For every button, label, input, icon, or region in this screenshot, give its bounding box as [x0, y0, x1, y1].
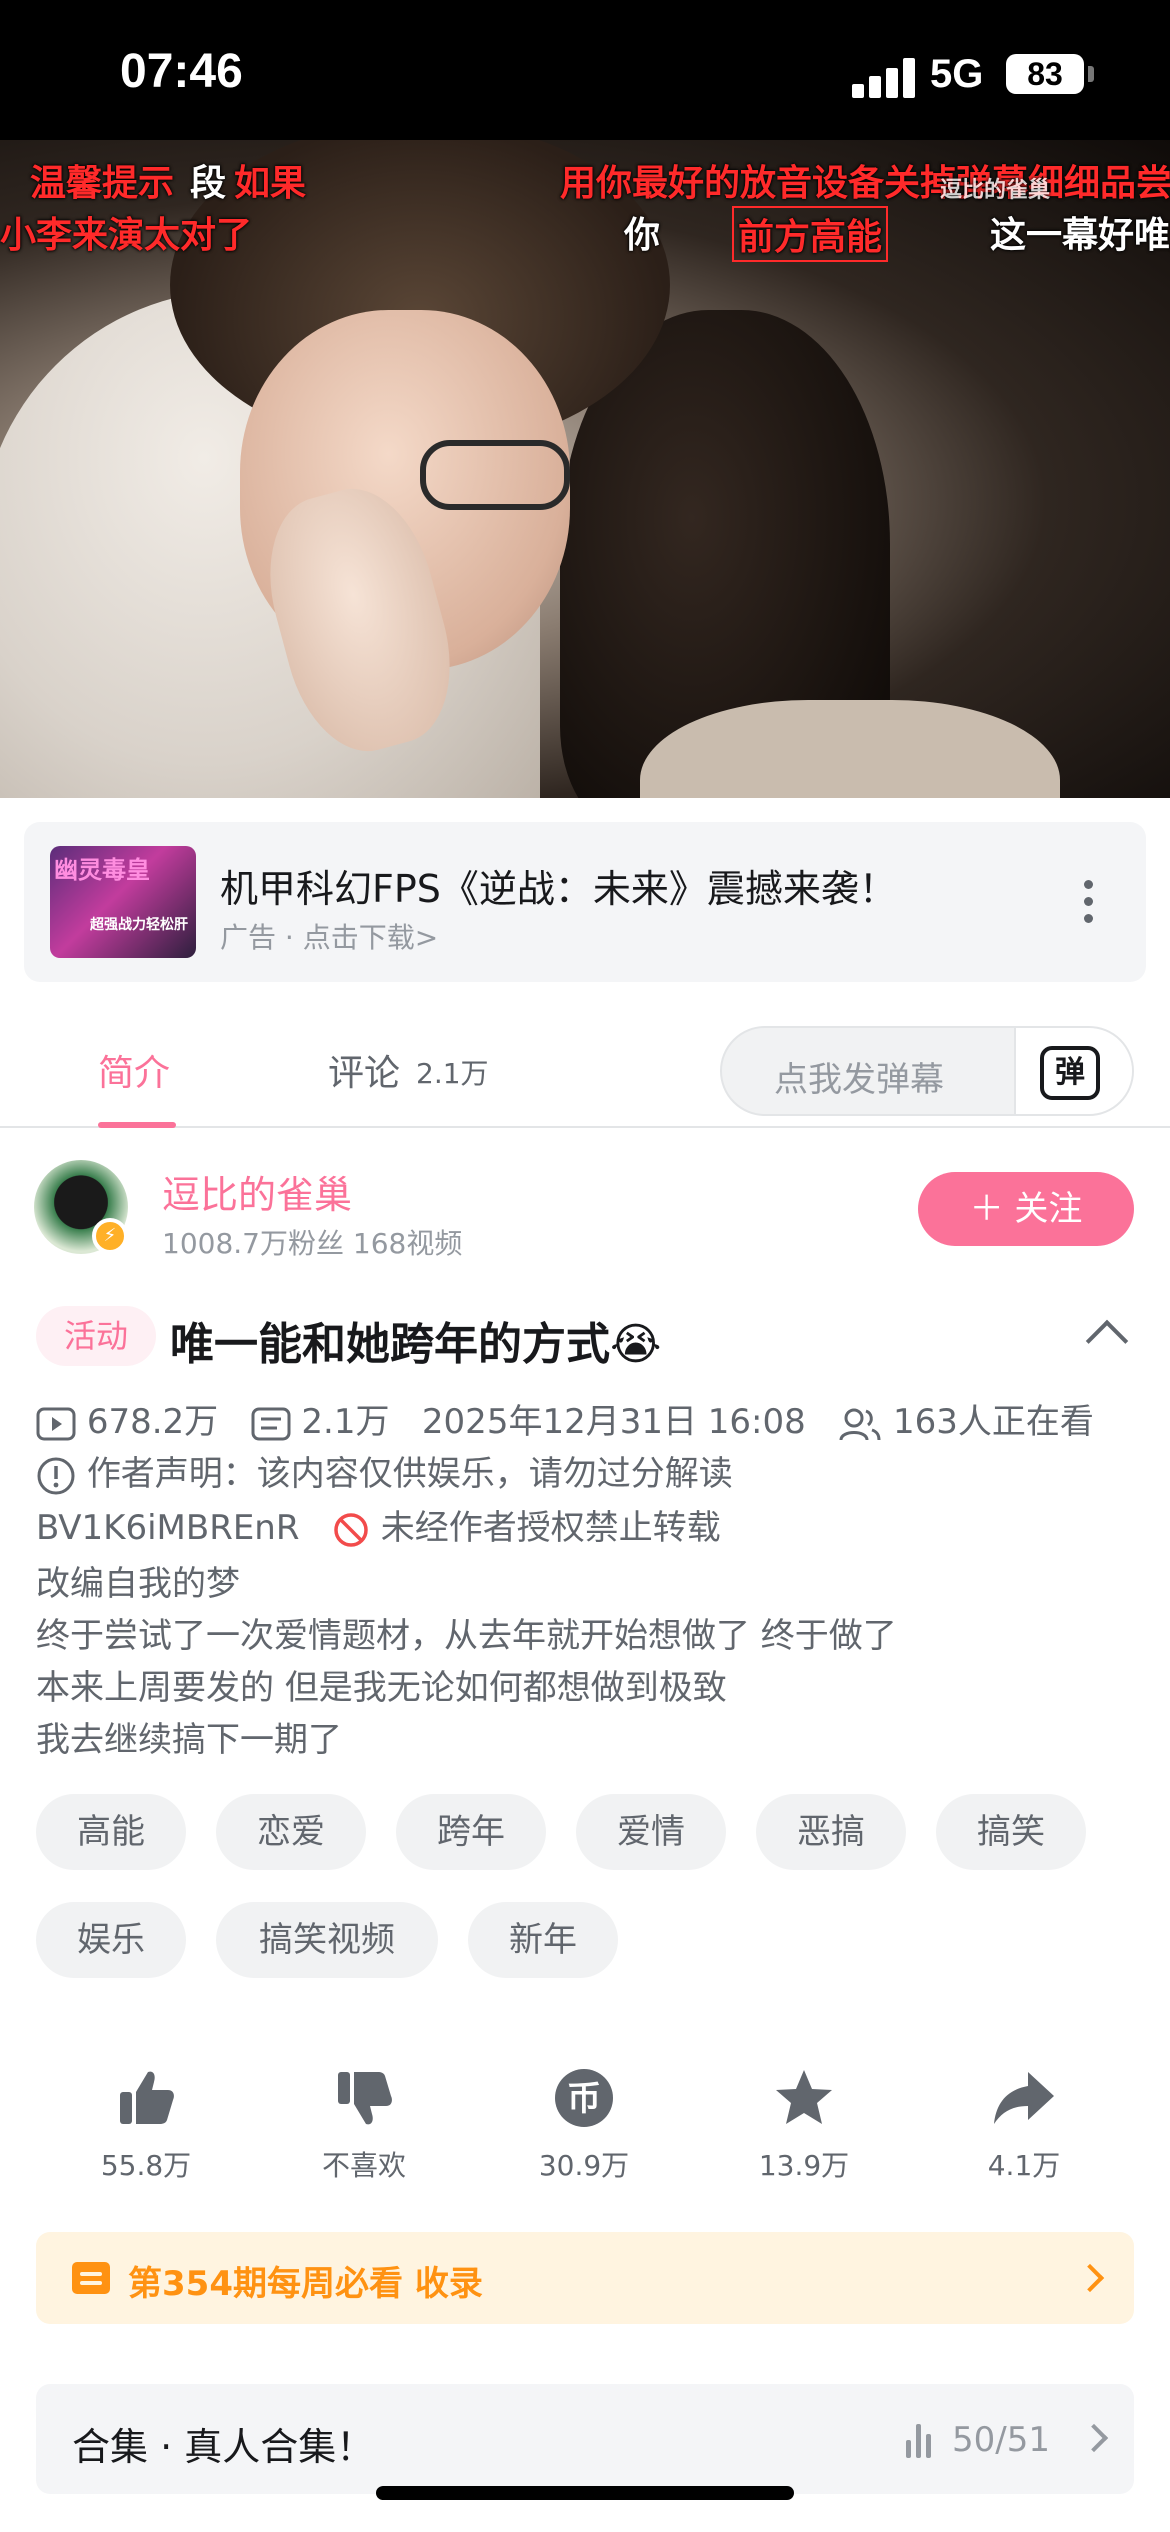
weekly-issue: 第354期每周必看 [128, 2264, 403, 2304]
publish-date: 2025年12月31日 16:08 [421, 1402, 806, 1442]
danmaku-comment: 如果 [234, 163, 307, 204]
danmaku-icon: 弹 [1040, 1046, 1100, 1100]
description-line: 我去继续搞下一期了 [36, 1720, 342, 1760]
video-stats-row: 678.2万 2.1万 2025年12月31日 16:08 163人正在看 [36, 1394, 1094, 1443]
tag-chip[interactable]: 新年 [468, 1902, 618, 1978]
tag-chip[interactable]: 跨年 [396, 1794, 546, 1870]
description-line: 改编自我的梦 [36, 1564, 240, 1604]
activity-tag[interactable]: 活动 [36, 1306, 156, 1366]
like-button[interactable]: 55.8万 [66, 2066, 226, 2184]
ad-thumbnail[interactable]: 幽灵毒皇 超强战力轻松肝 [50, 846, 196, 958]
tag-chip[interactable]: 高能 [36, 1794, 186, 1870]
weekly-suffix: 收录 [414, 2264, 483, 2304]
status-time: 07:46 [120, 45, 243, 98]
danmaku-comment: 小李来演太对了 [0, 215, 253, 256]
coin-count: 30.9万 [538, 2149, 630, 2182]
calendar-icon [72, 2262, 110, 2294]
share-count: 4.1万 [987, 2149, 1061, 2182]
share-button[interactable]: 4.1万 [944, 2066, 1104, 2184]
danmaku-input-placeholder[interactable]: 点我发弹幕 [774, 1052, 944, 1101]
author-statement-row: 作者声明：该内容仅供娱乐，请勿过分解读 [36, 1446, 733, 1496]
tab-intro[interactable]: 简介 [98, 1044, 170, 1096]
uploader-name[interactable]: 逗比的雀巢 [162, 1164, 352, 1219]
ad-thumbnail-text: 超强战力轻松肝 [90, 917, 188, 933]
ad-title[interactable]: 机甲科幻FPS《逆战：未来》震撼来袭！ [220, 858, 897, 913]
danmaku-comment: 这一幕好唯美 [990, 215, 1170, 256]
tag-chip[interactable]: 娱乐 [36, 1902, 186, 1978]
like-count: 55.8万 [100, 2149, 192, 2182]
video-player[interactable]: 温馨提示 段 如果 用你最好的放音设备关掉弹幕细细品尝 小李来演太对了 你 前方… [0, 140, 1170, 798]
danmaku-comment: 用你最好的放音设备关掉弹幕细细品尝 [560, 163, 1170, 204]
dislike-label: 不喜欢 [321, 2149, 406, 2182]
home-indicator[interactable] [376, 2486, 794, 2500]
description-line: 本来上周要发的 但是我无论如何都想做到极致 [36, 1668, 727, 1708]
ad-card[interactable]: 幽灵毒皇 超强战力轻松肝 机甲科幻FPS《逆战：未来》震撼来袭！ 广告 · 点击… [24, 822, 1146, 982]
verified-badge-icon: ⚡ [92, 1218, 128, 1254]
ad-thumbnail-title: 幽灵毒皇 [54, 856, 150, 884]
tag-chip[interactable]: 爱情 [576, 1794, 726, 1870]
tag-chip[interactable]: 恋爱 [216, 1794, 366, 1870]
more-options-icon[interactable] [1084, 880, 1094, 924]
bvid[interactable]: BV1K6iMBREnR [36, 1508, 299, 1548]
coin-icon: 币 [555, 2069, 613, 2127]
watching-count: 163人正在看 [893, 1402, 1094, 1442]
bvid-row: BV1K6iMBREnR 未经作者授权禁止转载 [36, 1500, 721, 1549]
ad-subtitle[interactable]: 广告 · 点击下载> [220, 916, 438, 956]
weekly-must-watch-banner[interactable]: 第354期每周必看 收录 [36, 2232, 1134, 2324]
author-statement: 作者声明：该内容仅供娱乐，请勿过分解读 [86, 1454, 733, 1494]
collection-title: 合集 · 真人合集！ [72, 2425, 375, 2469]
coin-button[interactable]: 币 30.9万 [504, 2066, 664, 2184]
weekly-label: 第354期每周必看 收录 [128, 2256, 483, 2305]
danmaku-settings-button[interactable]: 弹 [1014, 1028, 1132, 1114]
favorite-button[interactable]: 13.9万 [724, 2066, 884, 2184]
no-repost-notice: 未经作者授权禁止转载 [380, 1508, 721, 1548]
collection-card[interactable]: 合集 · 真人合集！ 50/51 [36, 2384, 1134, 2494]
follow-button[interactable]: ＋ 关注 [918, 1172, 1134, 1246]
chevron-right-icon [1075, 2263, 1105, 2293]
favorite-count: 13.9万 [758, 2149, 850, 2182]
content-tabs: 简介 评论 2.1万 点我发弹幕 弹 [0, 1008, 1170, 1128]
no-repost-icon [334, 1512, 368, 1547]
danmaku-input[interactable]: 点我发弹幕 弹 [720, 1026, 1134, 1116]
status-bar: 07:46 5G 83 [0, 0, 1170, 140]
view-count: 678.2万 [86, 1402, 219, 1442]
thumbs-up-icon [120, 2071, 174, 2124]
tag-chip[interactable]: 搞笑 [936, 1794, 1086, 1870]
svg-text:币: 币 [567, 2079, 601, 2119]
chevron-right-icon [1079, 2423, 1109, 2453]
comments-count[interactable]: 2.1万 [416, 1052, 489, 1092]
thumbs-down-icon [338, 2072, 392, 2125]
tag-chip[interactable]: 恶搞 [756, 1794, 906, 1870]
active-tab-indicator [98, 1122, 176, 1128]
info-icon [37, 1457, 75, 1494]
danmaku-comment: 温馨提示 [30, 163, 175, 204]
tag-chip[interactable]: 搞笑视频 [216, 1902, 438, 1978]
chevron-up-icon[interactable] [1085, 1319, 1129, 1363]
uploader-stats: 1008.7万粉丝 168视频 [162, 1227, 463, 1260]
video-title: 唯一能和她跨年的方式😭 [170, 1319, 662, 1370]
danmaku-comment: 你 [624, 215, 661, 256]
share-icon [994, 2072, 1054, 2124]
danmaku-comment: 段 [190, 163, 227, 204]
description-line: 终于尝试了一次爱情题材，从去年就开始想做了 终于做了 [36, 1616, 897, 1656]
collection-count: 50/51 [952, 2420, 1050, 2460]
danmaku-comment: 前方高能 [732, 206, 889, 262]
tab-comments[interactable]: 评论 [328, 1044, 400, 1096]
watching-icon [839, 1408, 881, 1440]
danmaku-count-icon [251, 1407, 291, 1440]
battery-icon: 83 [1006, 54, 1084, 94]
play-count-icon [36, 1407, 76, 1440]
dislike-button[interactable]: 不喜欢 [284, 2066, 444, 2184]
video-watermark: 逗比的雀巢 [940, 178, 1051, 203]
battery-tip [1088, 66, 1094, 82]
episodes-icon [906, 2424, 942, 2458]
signal-icon [852, 58, 916, 98]
star-icon [776, 2070, 832, 2124]
danmaku-count: 2.1万 [301, 1402, 390, 1442]
video-frame-figure [420, 440, 570, 510]
network-type: 5G [930, 52, 984, 96]
